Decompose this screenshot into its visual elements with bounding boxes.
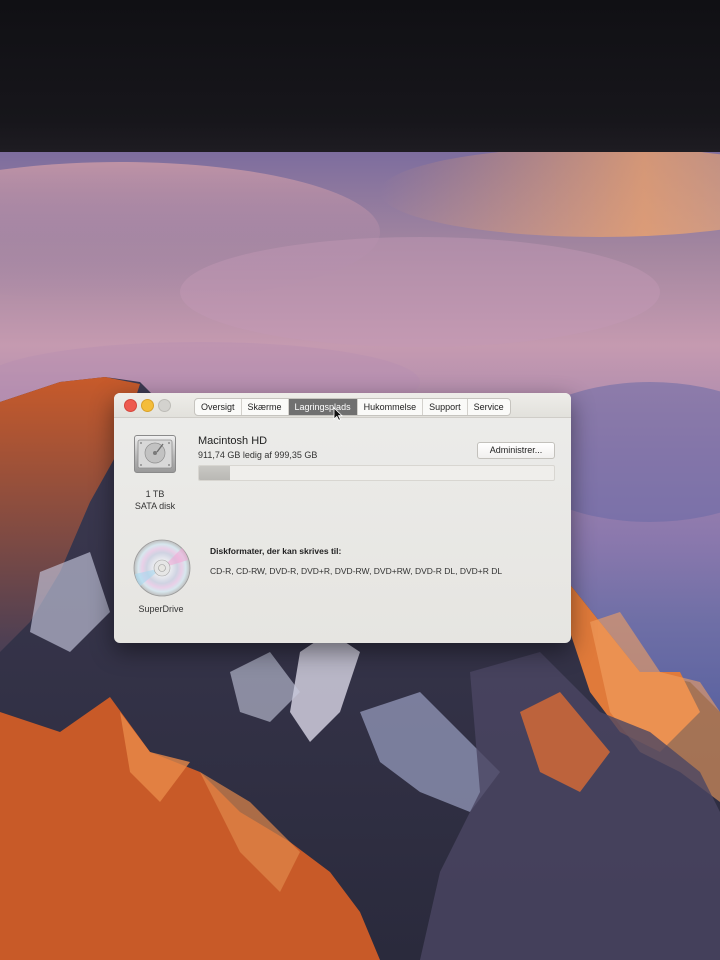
storage-usage-bar [198,465,555,481]
formats-title: Diskformater, der kan skrives til: [210,546,342,556]
tab-lagringsplads[interactable]: Lagringsplads [288,399,358,415]
tab-support[interactable]: Support [423,399,468,415]
storage-usage-fill [199,466,231,480]
formats-list: CD-R, CD-RW, DVD-R, DVD+R, DVD-RW, DVD+R… [210,566,503,576]
disk-type: SATA disk [134,501,176,511]
disk-free-space: 911,74 GB ledig af 999,35 GB [198,450,318,460]
monitor-bezel [0,0,720,152]
minimize-button[interactable] [141,399,154,412]
zoom-button[interactable] [158,399,171,412]
tab-service[interactable]: Service [468,399,510,415]
tab-skaerme[interactable]: Skærme [242,399,289,415]
tab-oversigt[interactable]: Oversigt [195,399,242,415]
disk-caption: 1 TB SATA disk [120,488,190,512]
system-info-window: Oversigt Skærme Lagringsplads Hukommelse… [114,393,571,643]
optical-disc-icon [133,539,191,597]
close-button[interactable] [124,399,137,412]
hard-disk-icon [134,435,176,473]
tab-bar: Oversigt Skærme Lagringsplads Hukommelse… [194,398,511,416]
disk-capacity: 1 TB [145,489,165,499]
manage-button[interactable]: Administrer... [477,442,555,459]
mouse-pointer-icon [333,407,343,421]
superdrive-label: SuperDrive [138,604,184,614]
disk-name: Macintosh HD [198,435,268,447]
tab-hukommelse[interactable]: Hukommelse [358,399,424,415]
